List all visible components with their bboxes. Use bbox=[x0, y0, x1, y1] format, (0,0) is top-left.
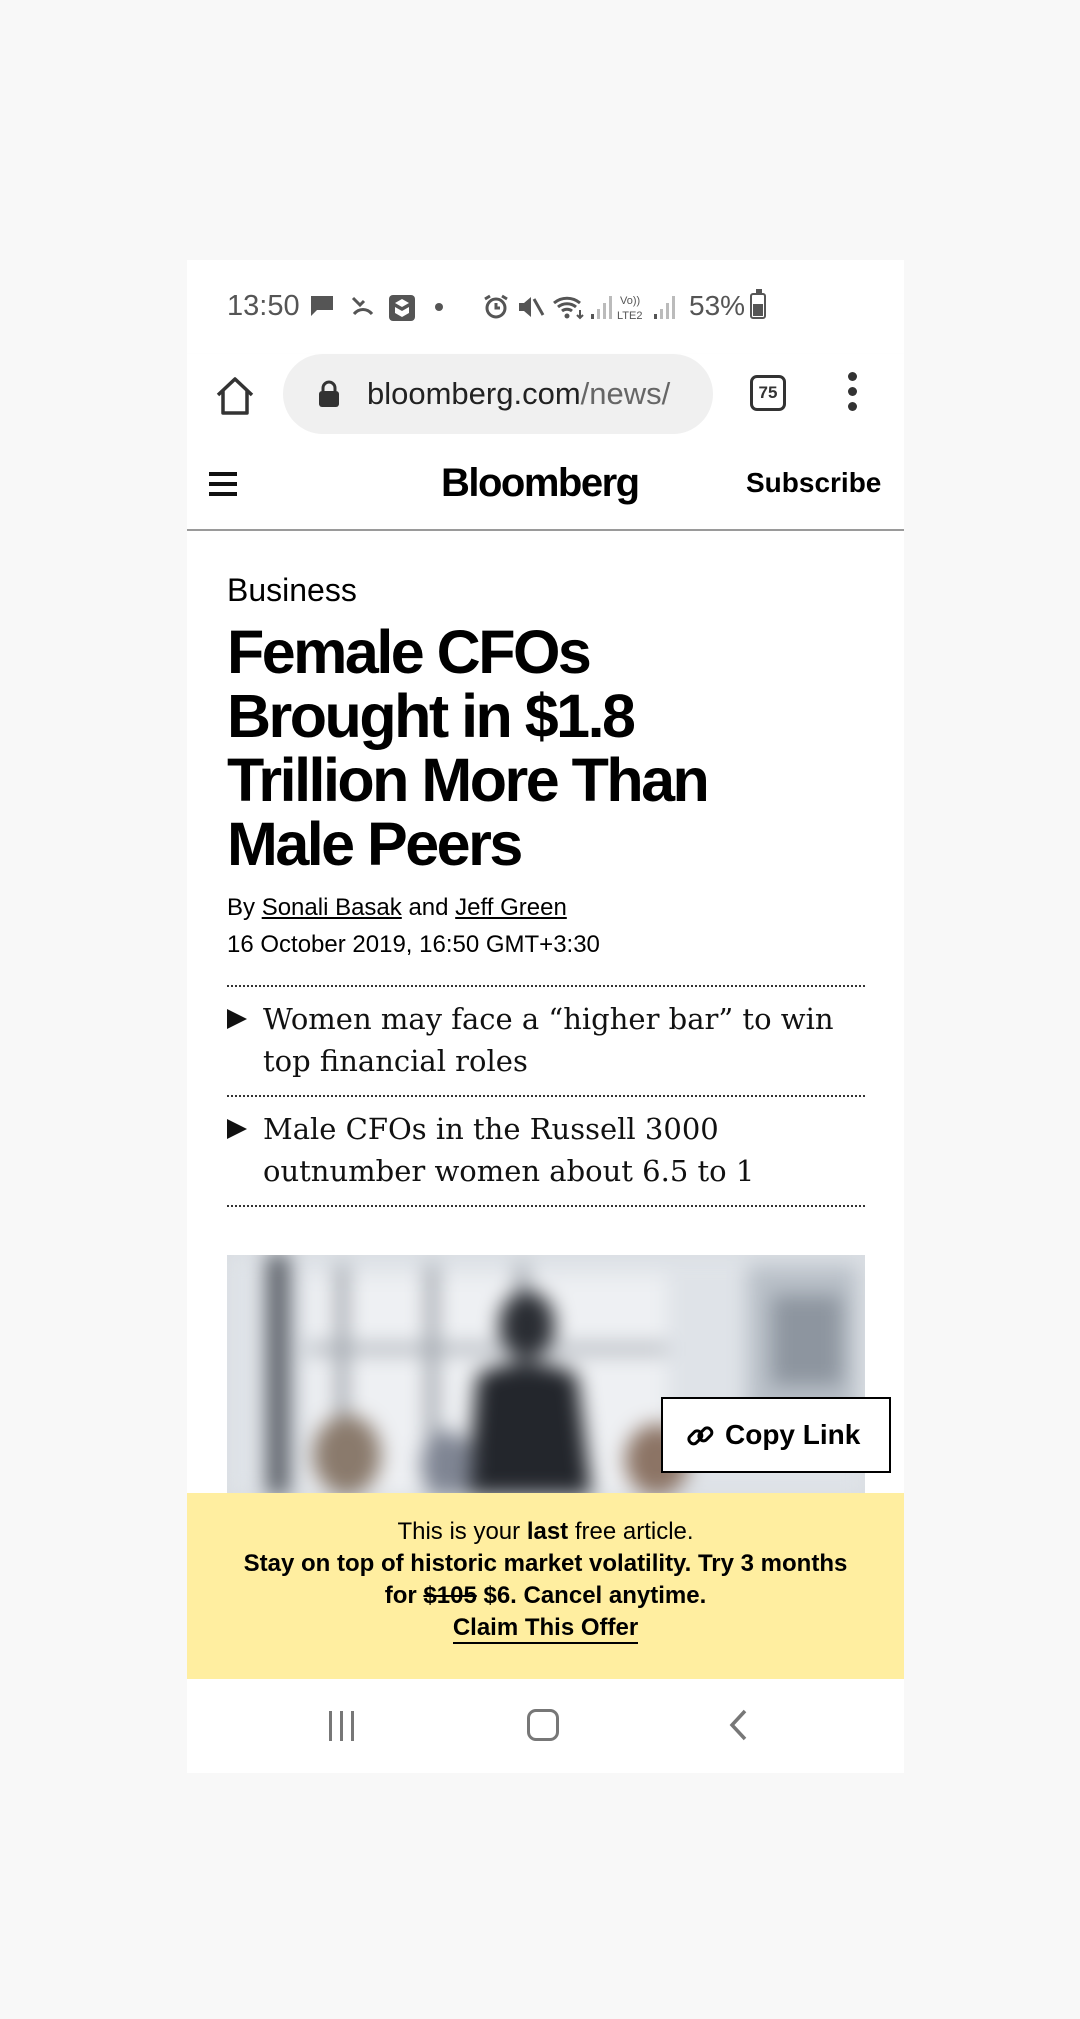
url-text[interactable]: bloomberg.com/news/ bbox=[367, 376, 670, 412]
hamburger-menu-icon[interactable] bbox=[209, 472, 237, 496]
url-bar[interactable]: bloomberg.com/news/ bbox=[283, 354, 713, 434]
svg-text:Vo)): Vo)) bbox=[620, 295, 640, 307]
browser-toolbar: bloomberg.com/news/ 75 bbox=[187, 354, 904, 450]
missed-call-icon bbox=[351, 296, 374, 316]
recent-apps-icon[interactable] bbox=[327, 1711, 357, 1741]
bullet-triangle-icon bbox=[227, 1009, 247, 1029]
summary-item: Male CFOs in the Russell 3000 outnumber … bbox=[227, 1097, 865, 1207]
system-navigation-bar bbox=[187, 1679, 904, 1773]
back-icon[interactable] bbox=[727, 1707, 751, 1743]
claim-offer-row: Claim This Offer bbox=[187, 1614, 904, 1644]
tab-switcher-button[interactable]: 75 bbox=[750, 375, 786, 411]
author-link[interactable]: Sonali Basak bbox=[262, 894, 402, 921]
byline-and: and bbox=[408, 894, 449, 921]
bullet-triangle-icon bbox=[227, 1119, 247, 1139]
more-options-icon[interactable] bbox=[842, 372, 862, 416]
byline-prefix: By bbox=[227, 894, 256, 921]
article-section[interactable]: Business bbox=[227, 572, 357, 609]
battery-icon bbox=[750, 289, 766, 319]
bloomberg-logo[interactable]: Bloomberg bbox=[441, 461, 640, 506]
lock-icon bbox=[319, 380, 339, 407]
wifi-icon bbox=[553, 296, 584, 320]
article-summary-list: Women may face a “higher bar” to win top… bbox=[227, 985, 865, 1207]
article-date: 16 October 2019, 16:50 GMT+3:30 bbox=[227, 931, 600, 958]
subscribe-link[interactable]: Subscribe bbox=[746, 467, 881, 499]
url-domain: bloomberg.com bbox=[367, 376, 581, 411]
svg-text:LTE2: LTE2 bbox=[617, 310, 642, 322]
byline: By Sonali Basak and Jeff Green bbox=[227, 894, 567, 922]
paywall-text: This is your bbox=[397, 1518, 521, 1545]
status-bar: 13:50 Vo)) LTE2 53% bbox=[187, 260, 904, 354]
battery-percent: 53% bbox=[689, 290, 746, 321]
claim-offer-link[interactable]: Claim This Offer bbox=[452, 1614, 639, 1644]
volte-icon: Vo)) LTE2 bbox=[617, 295, 642, 322]
paywall-banner: This is your last free article. Stay on … bbox=[187, 1493, 904, 1679]
copy-link-button[interactable]: Copy Link bbox=[661, 1397, 891, 1473]
dot-icon bbox=[435, 303, 443, 311]
paywall-line-2: Stay on top of historic market volatilit… bbox=[243, 1550, 848, 1577]
site-header: Bloomberg Subscribe bbox=[187, 450, 904, 531]
phone-screen: 13:50 Vo)) LTE2 53% bloomberg.com/news/ 7… bbox=[187, 260, 904, 1773]
summary-item: Women may face a “higher bar” to win top… bbox=[227, 987, 865, 1097]
app-icon bbox=[389, 295, 415, 321]
article-headline: Female CFOs Brought in $1.8 Trillion Mor… bbox=[227, 618, 710, 878]
status-time: 13:50 bbox=[227, 290, 300, 322]
paywall-line-3: for $105 $6. Cancel anytime. bbox=[187, 1582, 904, 1610]
author-link[interactable]: Jeff Green bbox=[455, 894, 567, 921]
alarm-icon bbox=[484, 294, 508, 319]
home-button-icon[interactable] bbox=[527, 1709, 559, 1741]
paywall-text: free article. bbox=[574, 1518, 694, 1545]
old-price: $105 bbox=[423, 1582, 477, 1609]
paywall-text-bold: last bbox=[526, 1518, 569, 1545]
signal-icon bbox=[654, 296, 675, 319]
copy-link-label: Copy Link bbox=[725, 1419, 861, 1450]
summary-text: Male CFOs in the Russell 3000 outnumber … bbox=[263, 1112, 755, 1188]
message-icon bbox=[311, 296, 333, 316]
paywall-text: $6. Cancel anytime. bbox=[483, 1582, 707, 1609]
paywall-text: for bbox=[384, 1582, 417, 1609]
paywall-line-1: This is your last free article. bbox=[187, 1518, 904, 1546]
url-path: /news/ bbox=[580, 376, 671, 411]
mute-icon bbox=[519, 297, 545, 317]
home-icon[interactable] bbox=[213, 374, 257, 418]
summary-text: Women may face a “higher bar” to win top… bbox=[263, 1002, 834, 1078]
signal-icon bbox=[591, 296, 612, 319]
link-icon bbox=[687, 1426, 714, 1446]
